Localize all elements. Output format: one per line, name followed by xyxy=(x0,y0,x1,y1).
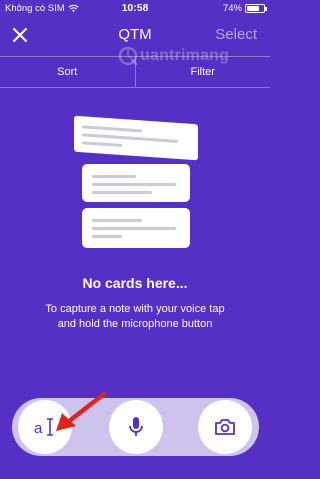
empty-state-title: No cards here... xyxy=(82,275,188,291)
battery-status: 74% xyxy=(222,3,267,14)
illustration-card-middle xyxy=(82,164,190,202)
empty-cards-illustration xyxy=(74,115,198,250)
sort-filter-bar: Sort Filter xyxy=(0,56,270,88)
select-button[interactable]: Select xyxy=(215,26,257,43)
camera-icon xyxy=(215,419,235,435)
microphone-icon xyxy=(129,417,143,436)
annotation-arrow-icon xyxy=(56,391,107,431)
illustration-card-bottom xyxy=(82,208,190,248)
voice-note-button[interactable] xyxy=(109,400,163,454)
tab-sort[interactable]: Sort xyxy=(0,57,135,87)
battery-percent: 74% xyxy=(222,3,242,14)
battery-fill xyxy=(247,6,259,11)
text-icon-glyph: a xyxy=(34,420,43,437)
illustration-card-top xyxy=(74,115,198,161)
status-bar: Không có SIM 10:58 74% xyxy=(0,0,270,18)
tab-filter[interactable]: Filter xyxy=(134,57,271,87)
photo-note-button[interactable] xyxy=(198,400,252,454)
battery-icon xyxy=(245,4,267,13)
empty-state-description: To capture a note with your voice tap an… xyxy=(45,303,225,330)
